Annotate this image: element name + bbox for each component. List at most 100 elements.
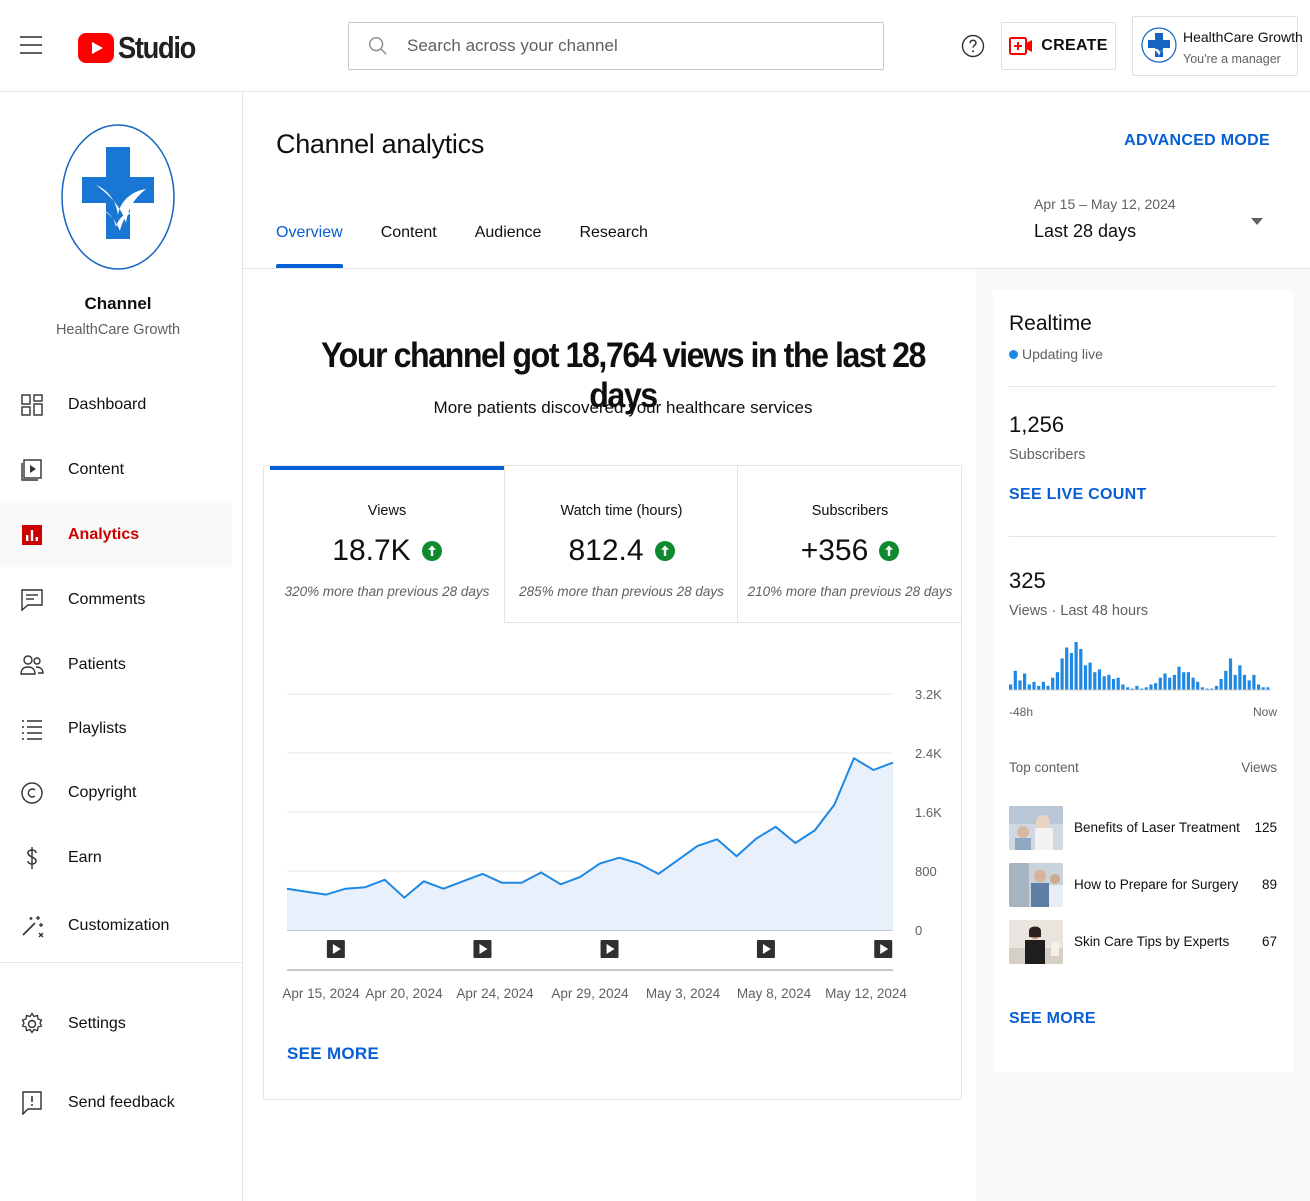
sidebar-item-patients[interactable]: Patients [0, 633, 232, 697]
spark-bar [1257, 684, 1261, 690]
sidebar-item-earn[interactable]: Earn [0, 826, 232, 890]
chart-x-tick-label: May 8, 2024 [737, 986, 812, 1001]
sidebar-item-dashboard[interactable]: Dashboard [0, 373, 232, 437]
spark-bar [1041, 681, 1045, 690]
tab-content[interactable]: Content [381, 224, 437, 268]
video-thumbnail [1009, 863, 1063, 907]
account-switcher[interactable]: HealthCare Growth You're a manager [1132, 16, 1303, 76]
playlists-icon [22, 720, 42, 740]
video-thumbnail [1009, 920, 1063, 964]
channel-title: Channel [84, 294, 152, 313]
metric-note: 285% more than previous 28 days [519, 584, 724, 599]
sidebar-item-content[interactable]: Content [0, 438, 232, 502]
dashboard-icon [21, 394, 43, 416]
top-bar: Studio CREATE HealthCare Growth You're a… [0, 0, 1310, 92]
channel-avatar[interactable] [60, 123, 176, 271]
sidebar-item-send-feedback[interactable]: Send feedback [0, 1071, 232, 1135]
spark-bar [1013, 670, 1017, 690]
sidebar-item-settings[interactable]: Settings [0, 992, 232, 1056]
caret-down-icon [1251, 218, 1263, 225]
sidebar-item-label: Comments [68, 591, 146, 608]
metric-label: Views [367, 503, 407, 519]
sidebar-item-playlists[interactable]: Playlists [0, 697, 232, 761]
subscribers-label: Subscribers [1009, 447, 1086, 463]
top-content-views: 67 [1261, 934, 1277, 949]
chart-x-tick-label: Apr 24, 2024 [456, 986, 534, 1001]
account-name: HealthCare Growth [1183, 29, 1303, 45]
date-range-picker[interactable]: Apr 15 – May 12, 2024 Last 28 days [1034, 196, 1266, 242]
chart-y-tick-label: 2.4K [915, 746, 942, 761]
spark-bar [1088, 662, 1092, 690]
spark-bar [1149, 684, 1153, 690]
create-button[interactable]: CREATE [1001, 22, 1116, 70]
top-content-item[interactable]: Benefits of Laser Treatment 125 [1009, 806, 1277, 850]
see-live-count-link[interactable]: SEE LIVE COUNT [1009, 486, 1147, 504]
chart-x-tick-label: Apr 29, 2024 [551, 986, 629, 1001]
live-dot-icon [1009, 349, 1018, 359]
spark-bar [1046, 685, 1050, 690]
metric-value: +356 [738, 534, 962, 568]
tab-research[interactable]: Research [579, 224, 647, 268]
spark-bar [1079, 648, 1083, 690]
sidebar-item-label: Earn [68, 849, 102, 866]
metric-subscribers-tab[interactable]: Subscribers +356 210% more than previous… [737, 466, 962, 623]
sidebar-item-comments[interactable]: Comments [0, 568, 232, 632]
search-input[interactable] [407, 36, 857, 56]
chart-x-tick-label: Apr 15, 2024 [282, 986, 360, 1001]
top-content-views: 89 [1261, 877, 1277, 892]
search-icon [369, 37, 387, 55]
spark-bar [1083, 665, 1088, 690]
metric-views-tab[interactable]: Views 18.7K 320% more than previous 28 d… [270, 466, 504, 623]
spark-bar [1051, 677, 1055, 690]
realtime-see-more-link[interactable]: SEE MORE [1009, 1010, 1096, 1028]
top-content-label: Top content [1009, 760, 1079, 775]
help-icon[interactable] [961, 34, 985, 58]
top-content-views: 125 [1254, 820, 1277, 835]
chart-area-fill [287, 758, 893, 930]
divider [1009, 536, 1277, 537]
spark-bar [1069, 653, 1073, 690]
realtime-title: Realtime [1009, 312, 1092, 335]
top-content-item[interactable]: Skin Care Tips by Experts 67 [1009, 920, 1277, 964]
sidebar-item-label: Playlists [68, 720, 127, 737]
spark-bar [1107, 674, 1111, 690]
logo-text: Studio [118, 30, 196, 65]
spark-bar [1247, 680, 1251, 690]
menu-icon[interactable] [20, 36, 42, 54]
youtube-logo-icon [78, 33, 114, 63]
chart-x-tick-label: May 3, 2024 [646, 986, 721, 1001]
views-48h-bar-chart [1009, 642, 1271, 691]
sidebar-item-analytics[interactable]: Analytics [0, 503, 232, 567]
create-video-icon [1009, 37, 1033, 55]
create-label: CREATE [1041, 37, 1108, 54]
sidebar-item-copyright[interactable]: Copyright [0, 761, 232, 825]
sidebar-item-label: Content [68, 461, 125, 478]
overview-see-more-link[interactable]: SEE MORE [287, 1044, 379, 1064]
tab-audience[interactable]: Audience [475, 224, 542, 268]
spark-bar [1037, 685, 1041, 690]
tab-overview[interactable]: Overview [276, 224, 343, 268]
sidebar-item-label: Analytics [68, 526, 140, 543]
analytics-header: Channel analytics ADVANCED MODE Overview… [243, 92, 1310, 269]
metric-watch-time-tab[interactable]: Watch time (hours) 812.4 285% more than … [504, 466, 738, 623]
studio-logo[interactable]: Studio [78, 30, 205, 66]
advanced-mode-link[interactable]: ADVANCED MODE [1124, 132, 1270, 150]
spark-bar [1228, 658, 1233, 690]
spark-bar [1196, 681, 1200, 690]
spark-bar [1182, 672, 1186, 690]
video-thumbnail [1009, 806, 1063, 850]
sidebar-item-label: Customization [68, 917, 170, 934]
content-icon [21, 459, 42, 481]
spark-bar [1135, 685, 1139, 690]
metric-value-text: 18.7K [332, 534, 411, 567]
spark-bar [1219, 679, 1223, 690]
analytics-icon [22, 525, 42, 545]
sidebar-item-customization[interactable]: Customization [0, 894, 232, 958]
top-content-item[interactable]: How to Prepare for Surgery 89 [1009, 863, 1277, 907]
spark-bar [1074, 642, 1078, 690]
spark-bar [1172, 674, 1176, 690]
account-role: You're a manager [1183, 52, 1281, 66]
date-label: Last 28 days [1034, 221, 1137, 241]
spark-bar [1233, 674, 1237, 690]
comments-icon [21, 589, 43, 612]
